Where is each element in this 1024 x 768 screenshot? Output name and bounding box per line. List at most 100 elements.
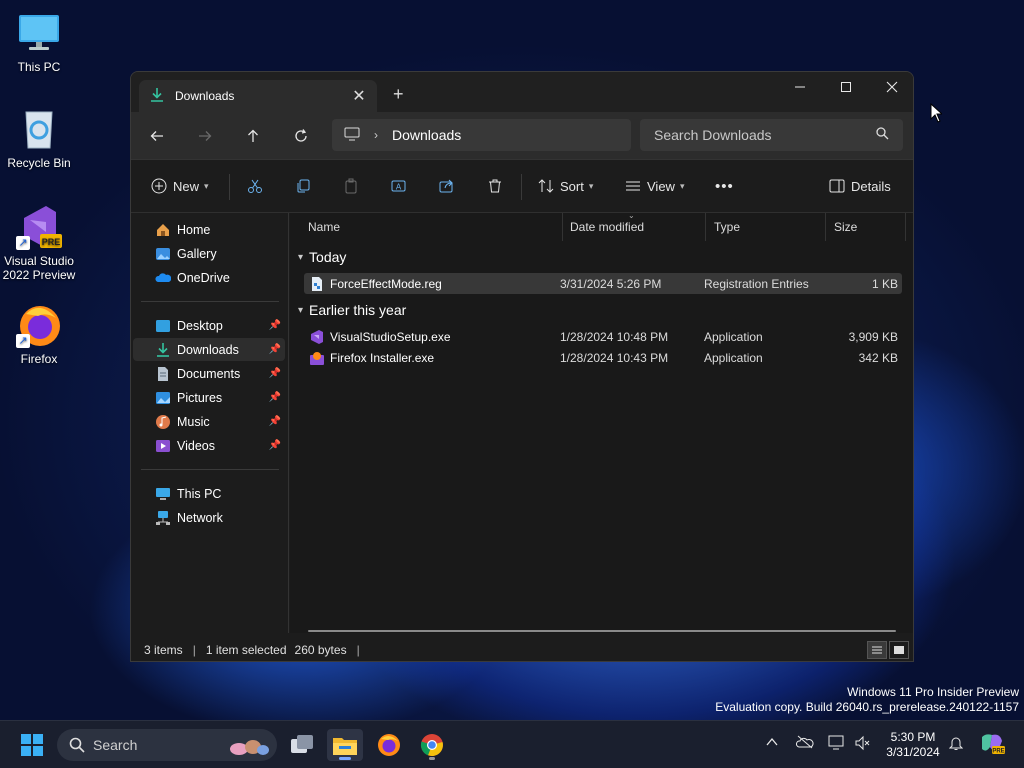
sort-button[interactable]: Sort ▾ [538, 174, 593, 198]
search-icon [876, 127, 889, 143]
desktop-icon-firefox[interactable]: ↗ Firefox [0, 302, 78, 366]
new-button[interactable]: New ▾ [151, 174, 209, 198]
search-box[interactable]: Search Downloads [640, 119, 903, 151]
file-row[interactable]: VisualStudioSetup.exe 1/28/2024 10:48 PM… [304, 326, 902, 347]
sidebar-item-label: Gallery [177, 246, 217, 261]
up-button[interactable] [241, 124, 265, 148]
sidebar-item-label: This PC [177, 486, 222, 501]
close-window-button[interactable] [869, 72, 913, 102]
pin-icon[interactable]: 📌 [269, 344, 281, 355]
sidebar-item-videos[interactable]: Videos 📌 [133, 434, 285, 457]
column-header-date-modified[interactable]: Date modified ⌄ [562, 211, 706, 241]
address-bar[interactable]: › Downloads [332, 119, 631, 151]
desktop-icon-visual-studio[interactable]: PRE ↗ Visual Studio 2022 Preview [0, 204, 78, 282]
column-header-label: Name [308, 220, 341, 234]
large-icons-view-button[interactable] [889, 641, 909, 659]
onedrive-offline-icon[interactable] [795, 735, 814, 752]
pin-icon[interactable]: 📌 [269, 416, 281, 427]
copy-button[interactable] [295, 174, 311, 198]
firefox-icon [378, 734, 400, 756]
details-view-button[interactable] [867, 641, 887, 659]
column-header-type[interactable]: Type [706, 213, 826, 241]
taskbar-firefox[interactable] [371, 729, 407, 761]
taskbar: Search 5:30 PM 3/31/2024 PRE [0, 720, 1024, 768]
sidebar-divider [141, 301, 279, 302]
taskbar-search-input[interactable]: Search [93, 737, 137, 753]
file-date: 3/31/2024 5:26 PM [560, 276, 662, 291]
see-more-button[interactable]: ••• [715, 174, 734, 198]
share-button[interactable] [439, 174, 455, 198]
sidebar-item-onedrive[interactable]: OneDrive [133, 266, 285, 289]
chevron-down-icon: ▾ [298, 304, 304, 316]
system-clock[interactable]: 5:30 PM 3/31/2024 [880, 730, 946, 760]
search-input[interactable]: Search Downloads [654, 127, 876, 143]
refresh-button[interactable] [289, 124, 313, 148]
sidebar-item-label: Desktop [177, 318, 223, 333]
sidebar-item-documents[interactable]: Documents 📌 [133, 362, 285, 385]
title-bar[interactable]: Downloads ✕ + [131, 72, 913, 112]
chevron-right-icon[interactable]: › [374, 128, 378, 142]
view-button[interactable]: View ▾ [625, 174, 684, 198]
taskbar-search[interactable]: Search [57, 729, 277, 761]
sidebar-item-downloads[interactable]: Downloads 📌 [133, 338, 285, 361]
back-button[interactable] [145, 124, 169, 148]
cut-button[interactable] [247, 174, 263, 198]
clock-time: 5:30 PM [890, 730, 936, 744]
start-button[interactable] [14, 729, 50, 761]
sidebar-item-pictures[interactable]: Pictures 📌 [133, 386, 285, 409]
view-icon [626, 181, 640, 191]
tab-downloads[interactable]: Downloads ✕ [139, 80, 377, 112]
sidebar-item-home[interactable]: Home [133, 218, 285, 241]
close-tab-icon[interactable]: ✕ [351, 86, 367, 106]
taskbar-file-explorer[interactable] [327, 729, 363, 761]
rename-button[interactable]: A [391, 174, 407, 198]
minimize-button[interactable] [777, 72, 823, 102]
volume-muted-icon[interactable] [855, 735, 871, 754]
command-bar: New ▾ A Sort ▾ View ▾ ••• Details [131, 160, 913, 213]
sidebar-item-label: Documents [177, 366, 241, 381]
documents-icon [155, 366, 171, 382]
column-header-size[interactable]: Size [826, 213, 906, 241]
file-date: 1/28/2024 10:43 PM [560, 350, 669, 365]
new-tab-button[interactable]: + [393, 84, 404, 105]
group-header-earlier-this-year[interactable]: ▾ Earlier this year [298, 299, 406, 321]
taskbar-chrome[interactable] [414, 729, 450, 761]
download-icon [149, 87, 165, 106]
sidebar-item-music[interactable]: Music 📌 [133, 410, 285, 433]
notifications-bell-icon[interactable] [948, 735, 964, 754]
file-row[interactable]: ForceEffectMode.reg 3/31/2024 5:26 PM Re… [304, 273, 902, 294]
maximize-button[interactable] [823, 72, 869, 102]
display-icon[interactable] [828, 735, 846, 754]
column-header-name[interactable]: Name [300, 213, 563, 241]
show-hidden-icons-chevron-icon[interactable] [766, 735, 778, 750]
visual-studio-installer-icon [311, 329, 323, 344]
rename-icon: A [391, 180, 406, 192]
file-date: 1/28/2024 10:48 PM [560, 329, 669, 344]
desktop-icon-this-pc[interactable]: This PC [0, 10, 78, 74]
forward-button[interactable] [193, 124, 217, 148]
chrome-icon [420, 734, 443, 757]
file-row[interactable]: Firefox Installer.exe 1/28/2024 10:43 PM… [304, 347, 902, 368]
pin-icon[interactable]: 📌 [269, 320, 281, 331]
pin-icon[interactable]: 📌 [269, 368, 281, 379]
file-list: Name Date modified ⌄ Type Size ▾ Today F… [290, 211, 913, 633]
delete-button[interactable] [487, 174, 503, 198]
paste-button[interactable] [343, 174, 359, 198]
watermark-line-2: Evaluation copy. Build 26040.rs_prerelea… [715, 700, 1019, 714]
sidebar-item-this-pc[interactable]: This PC [133, 482, 285, 505]
pin-icon[interactable]: 📌 [269, 392, 281, 403]
task-view-button[interactable] [284, 729, 320, 761]
sidebar-item-network[interactable]: Network [133, 506, 285, 529]
toolbar-divider [521, 174, 522, 200]
sidebar-item-gallery[interactable]: Gallery [133, 242, 285, 265]
sidebar-item-desktop[interactable]: Desktop 📌 [133, 314, 285, 337]
desktop-icon-recycle-bin[interactable]: Recycle Bin [0, 106, 78, 170]
copilot-icon[interactable]: PRE [980, 733, 1006, 758]
pin-icon[interactable]: 📌 [269, 440, 281, 451]
details-button[interactable]: Details [829, 174, 891, 198]
details-view-icon [872, 646, 882, 654]
file-size: 342 KB [858, 350, 898, 365]
breadcrumb-downloads[interactable]: Downloads [392, 127, 461, 143]
group-header-today[interactable]: ▾ Today [298, 246, 346, 268]
horizontal-scrollbar[interactable] [308, 630, 896, 632]
